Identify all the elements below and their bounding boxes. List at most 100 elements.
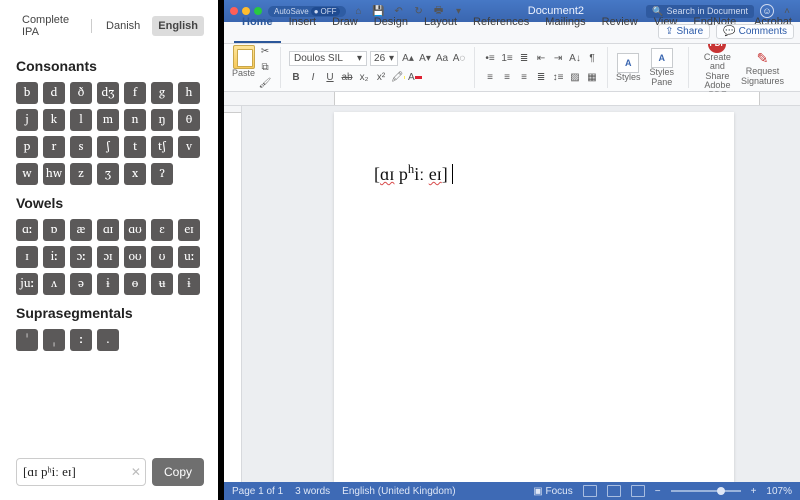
vowel-key[interactable]: ə <box>70 273 92 295</box>
vowel-key[interactable]: ɨ <box>97 273 119 295</box>
align-center-icon[interactable]: ≡ <box>500 70 514 84</box>
view-web-icon[interactable] <box>607 485 621 497</box>
grow-font-icon[interactable]: A▴ <box>401 51 415 65</box>
consonant-key[interactable]: b <box>16 82 38 104</box>
numbering-icon[interactable]: 1≡ <box>500 51 514 65</box>
ribbon-tab-draw[interactable]: Draw <box>324 12 366 43</box>
consonant-key[interactable]: p <box>16 136 38 158</box>
supra-key[interactable]: ˌ <box>43 329 65 351</box>
indent-icon[interactable]: ⇥ <box>551 51 565 65</box>
ribbon-tab-design[interactable]: Design <box>366 12 416 43</box>
vowel-key[interactable]: ʌ <box>43 273 65 295</box>
consonant-key[interactable]: ŋ <box>151 109 173 131</box>
focus-mode[interactable]: ▣ Focus <box>533 486 572 497</box>
ipa-output-input[interactable] <box>23 464 123 480</box>
bullets-icon[interactable]: •≡ <box>483 51 497 65</box>
multilevel-icon[interactable]: ≣ <box>517 51 531 65</box>
ipa-output-field[interactable]: ✕ <box>16 458 146 486</box>
justify-icon[interactable]: ≣ <box>534 70 548 84</box>
consonant-key[interactable]: ð <box>70 82 92 104</box>
bold-icon[interactable]: B <box>289 71 303 85</box>
vowel-key[interactable]: iː <box>43 246 65 268</box>
view-outline-icon[interactable] <box>631 485 645 497</box>
consonant-key[interactable]: r <box>43 136 65 158</box>
format-painter-icon[interactable]: 🖌 <box>258 77 272 91</box>
italic-icon[interactable]: I <box>306 71 320 85</box>
vowel-key[interactable]: juː <box>16 273 38 295</box>
consonant-key[interactable]: l <box>70 109 92 131</box>
vowel-key[interactable]: eɪ <box>178 219 200 241</box>
outdent-icon[interactable]: ⇤ <box>534 51 548 65</box>
change-case-icon[interactable]: Aa <box>435 51 449 65</box>
vowel-key[interactable]: ɔː <box>70 246 92 268</box>
copy-button[interactable]: Copy <box>152 458 204 486</box>
show-marks-icon[interactable]: ¶ <box>585 51 599 65</box>
vowel-key[interactable]: ɵ <box>124 273 146 295</box>
consonant-key[interactable]: t <box>124 136 146 158</box>
signature-icon[interactable]: ✎ <box>753 49 771 67</box>
clear-format-icon[interactable]: A◌ <box>452 51 466 65</box>
sort-icon[interactable]: A↓ <box>568 51 582 65</box>
cut-icon[interactable]: ✂ <box>258 45 272 59</box>
zoom-value[interactable]: 107% <box>766 486 792 497</box>
align-right-icon[interactable]: ≡ <box>517 70 531 84</box>
vowel-key[interactable]: uː <box>178 246 200 268</box>
share-button[interactable]: ⇪Share <box>658 24 710 39</box>
zoom-in-icon[interactable]: + <box>751 486 757 497</box>
vowel-key[interactable]: ɒ <box>43 219 65 241</box>
consonant-key[interactable]: dʒ <box>97 82 119 104</box>
vowel-key[interactable]: æ <box>70 219 92 241</box>
styles-pane-icon[interactable]: A <box>651 48 673 68</box>
consonant-key[interactable]: ʔ <box>151 163 173 185</box>
ribbon-tab-references[interactable]: References <box>465 12 537 43</box>
consonant-key[interactable]: m <box>97 109 119 131</box>
consonant-key[interactable]: ʒ <box>97 163 119 185</box>
clear-icon[interactable]: ✕ <box>131 465 141 479</box>
vowel-key[interactable]: ɔɪ <box>97 246 119 268</box>
consonant-key[interactable]: n <box>124 109 146 131</box>
consonant-key[interactable]: h <box>178 82 200 104</box>
styles-gallery-icon[interactable]: A <box>617 53 639 73</box>
copy-icon[interactable]: ⧉ <box>258 61 272 75</box>
supra-key[interactable]: ˈ <box>16 329 38 351</box>
ribbon-tab-mailings[interactable]: Mailings <box>537 12 593 43</box>
zoom-out-icon[interactable]: − <box>655 486 661 497</box>
page[interactable]: [ɑɪ phiː eɪ] <box>334 112 734 482</box>
vowel-key[interactable]: ɪ <box>16 246 38 268</box>
strike-icon[interactable]: ab <box>340 71 354 85</box>
consonant-key[interactable]: z <box>70 163 92 185</box>
consonant-key[interactable]: ʃ <box>97 136 119 158</box>
status-page[interactable]: Page 1 of 1 <box>232 486 283 497</box>
consonant-key[interactable]: d <box>43 82 65 104</box>
ribbon-tab-insert[interactable]: Insert <box>281 12 325 43</box>
tab-english[interactable]: English <box>152 16 204 36</box>
status-lang[interactable]: English (United Kingdom) <box>342 486 455 497</box>
consonant-key[interactable]: f <box>124 82 146 104</box>
ribbon-tab-layout[interactable]: Layout <box>416 12 465 43</box>
ruler-vertical[interactable] <box>224 106 242 482</box>
vowel-key[interactable]: ɨ <box>178 273 200 295</box>
consonant-key[interactable]: θ <box>178 109 200 131</box>
highlight-icon[interactable]: 🖍 <box>391 71 405 85</box>
vowel-key[interactable]: ʉ <box>151 273 173 295</box>
consonant-key[interactable]: w <box>16 163 38 185</box>
vowel-key[interactable]: ɑː <box>16 219 38 241</box>
font-color-icon[interactable]: A <box>408 71 422 85</box>
consonant-key[interactable]: hw <box>43 163 65 185</box>
consonant-key[interactable]: k <box>43 109 65 131</box>
ribbon-tab-review[interactable]: Review <box>594 12 646 43</box>
comments-button[interactable]: 💬Comments <box>716 24 794 39</box>
font-size-select[interactable]: 26▾ <box>370 51 398 66</box>
consonant-key[interactable]: s <box>70 136 92 158</box>
ribbon-tab-home[interactable]: Home <box>234 12 281 43</box>
subscript-icon[interactable]: x₂ <box>357 71 371 85</box>
vowel-key[interactable]: ɛ <box>151 219 173 241</box>
tab-complete-ipa[interactable]: Complete IPA <box>16 10 83 42</box>
align-left-icon[interactable]: ≡ <box>483 70 497 84</box>
vowel-key[interactable]: ɑɪ <box>97 219 119 241</box>
superscript-icon[interactable]: x² <box>374 71 388 85</box>
ruler-horizontal[interactable] <box>224 92 800 106</box>
document-canvas[interactable]: [ɑɪ phiː eɪ] <box>242 106 800 482</box>
consonant-key[interactable]: v <box>178 136 200 158</box>
vowel-key[interactable]: ɑʊ <box>124 219 146 241</box>
